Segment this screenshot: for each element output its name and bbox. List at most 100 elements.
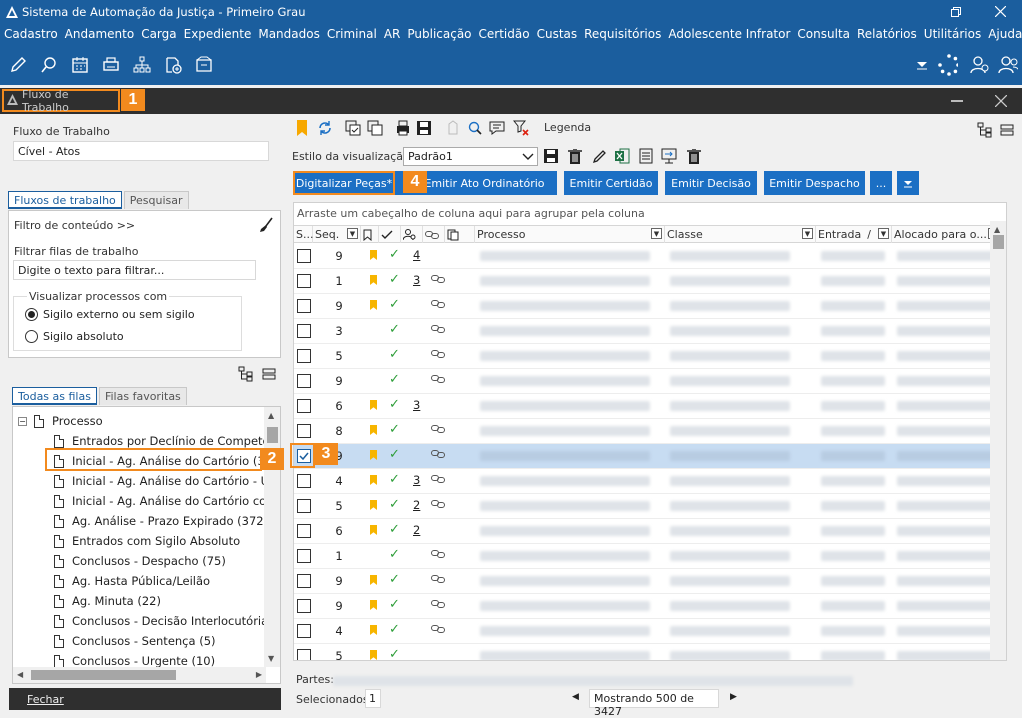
menu-relatorios[interactable]: Relatórios	[857, 27, 917, 41]
minimize-icon[interactable]	[951, 100, 963, 102]
row-checkbox[interactable]	[297, 649, 311, 660]
print-queue-icon[interactable]	[395, 120, 411, 136]
table-row[interactable]: 6 ✓ 3	[294, 394, 1002, 419]
col-bookmark[interactable]	[361, 226, 379, 243]
link-icon[interactable]	[431, 324, 447, 338]
emitir-despacho-button[interactable]: Emitir Despacho	[764, 171, 865, 195]
row-party-count[interactable]: 2	[413, 498, 420, 512]
search-process-icon[interactable]	[467, 120, 483, 136]
row-checkbox[interactable]	[297, 374, 311, 388]
legenda-link[interactable]: Legenda	[544, 121, 591, 134]
link-icon[interactable]	[431, 374, 447, 388]
col-attach[interactable]	[445, 226, 475, 243]
link-icon[interactable]	[431, 349, 447, 363]
link-icon[interactable]	[431, 599, 447, 613]
scroll-left-icon[interactable]: ◀	[17, 670, 23, 679]
link-icon[interactable]	[431, 574, 447, 588]
table-row[interactable]: 6 ✓ 2	[294, 519, 1002, 544]
radio-sigilo-absoluto[interactable]: Sigilo absoluto	[25, 330, 124, 343]
users-icon[interactable]	[998, 55, 1018, 75]
table-row[interactable]: 9 ✓	[294, 594, 1002, 619]
col-link[interactable]	[423, 226, 445, 243]
collapse-node-icon[interactable]: −	[18, 416, 27, 426]
printer-icon[interactable]	[101, 55, 121, 75]
tree-item-queue[interactable]: Inicial - Ag. Análise do Cartório com	[54, 491, 277, 511]
filter-dropdown-icon[interactable]: ▼	[651, 228, 662, 239]
close-icon[interactable]	[978, 0, 1022, 23]
tree-hscrollbar[interactable]: ◀ ▶	[13, 667, 266, 683]
tree-item-queue[interactable]: Entrados com Sigilo Absoluto	[54, 531, 240, 551]
collapse-tree-icon[interactable]	[261, 366, 277, 382]
filter-dropdown-icon[interactable]: ▼	[878, 228, 889, 239]
fluxo-field[interactable]: Cível - Atos	[13, 141, 269, 161]
more-actions-button[interactable]: ...	[870, 171, 892, 195]
inbox-icon[interactable]	[194, 55, 214, 75]
table-row[interactable]: 9 ✓	[294, 569, 1002, 594]
tree-item-queue[interactable]: Conclusos - Sentença (5)	[54, 631, 216, 651]
link-icon[interactable]	[431, 424, 447, 438]
estilo-select[interactable]: Padrão1	[403, 147, 538, 166]
col-processo[interactable]: Processo ▼	[475, 226, 665, 243]
menu-custas[interactable]: Custas	[537, 27, 578, 41]
menu-consulta[interactable]: Consulta	[797, 27, 850, 41]
save-style-icon[interactable]	[543, 148, 559, 164]
brush-icon[interactable]	[258, 217, 274, 233]
collapse-all-icon[interactable]	[999, 122, 1015, 138]
copy-icon[interactable]	[367, 120, 383, 136]
tree-item-queue[interactable]: Ag. Hasta Pública/Leilão	[54, 571, 210, 591]
row-party-count[interactable]: 2	[413, 523, 420, 537]
scroll-thumb[interactable]	[267, 427, 278, 443]
row-party-count[interactable]: 3	[413, 398, 420, 412]
user-search-icon[interactable]	[970, 55, 990, 75]
scroll-down-icon[interactable]: ▼	[268, 654, 274, 663]
table-row[interactable]: 5 ✓	[294, 344, 1002, 369]
add-document-icon[interactable]	[163, 55, 183, 75]
comment-icon[interactable]	[489, 120, 505, 136]
col-alocado[interactable]: Alocado para o...▼	[892, 226, 1002, 243]
screen-export-icon[interactable]	[661, 148, 677, 164]
scroll-up-icon[interactable]: ▲	[268, 411, 274, 420]
org-chart-icon[interactable]	[132, 55, 152, 75]
digitalizar-pecas-button[interactable]: Digitalizar Peças*	[293, 171, 395, 195]
tree-item-queue[interactable]: Conclusos - Decisão Interlocutória (4)	[54, 611, 280, 631]
row-checkbox[interactable]	[297, 399, 311, 413]
tree-item-queue[interactable]: Ag. Análise - Prazo Expirado (372)	[54, 511, 268, 531]
row-checkbox[interactable]	[297, 274, 311, 288]
row-checkbox[interactable]	[297, 574, 311, 588]
tab-todas-filas[interactable]: Todas as filas	[12, 387, 97, 405]
tab-filas-favoritas[interactable]: Filas favoritas	[98, 387, 187, 405]
grid-vscrollbar[interactable]: ▲	[990, 221, 1006, 660]
row-party-count[interactable]: 3	[413, 273, 420, 287]
tree-item-queue[interactable]: Inicial - Ag. Análise do Cartório - Urge…	[54, 471, 280, 491]
col-seq[interactable]: Seq. ▼	[313, 226, 361, 243]
tree-root-processo[interactable]: − Processo	[18, 411, 103, 431]
pencil-icon[interactable]	[591, 148, 607, 164]
menu-andamento[interactable]: Andamento	[65, 27, 135, 41]
emitir-certidao-button[interactable]: Emitir Certidão	[564, 171, 658, 195]
restore-icon[interactable]	[934, 0, 978, 23]
menu-expediente[interactable]: Expediente	[184, 27, 252, 41]
table-row[interactable]: 5 ✓ 2	[294, 494, 1002, 519]
expand-all-icon[interactable]	[977, 122, 993, 138]
menu-publicacao[interactable]: Publicação	[407, 27, 471, 41]
tab-fluxos[interactable]: Fluxos de trabalho	[8, 191, 122, 209]
table-row[interactable]: 4 ✓	[294, 619, 1002, 644]
tab-pesquisar[interactable]: Pesquisar	[123, 191, 189, 209]
menu-utilitarios[interactable]: Utilitários	[924, 27, 981, 41]
tree-vscrollbar[interactable]: ▲ ▼	[264, 407, 280, 667]
col-classe[interactable]: Classe ▼	[665, 226, 816, 243]
table-row[interactable]: 1 ✓	[294, 544, 1002, 569]
save-layout-icon[interactable]	[416, 120, 432, 136]
menu-mandados[interactable]: Mandados	[258, 27, 320, 41]
expand-tree-icon[interactable]	[238, 366, 254, 382]
row-checkbox[interactable]	[297, 624, 311, 638]
row-party-count[interactable]: 4	[413, 248, 420, 262]
prev-page-icon[interactable]: ◀	[572, 692, 579, 702]
bookmark-icon[interactable]	[294, 120, 310, 136]
scroll-right-icon[interactable]: ▶	[256, 670, 262, 679]
radio-sigilo-externo[interactable]: Sigilo externo ou sem sigilo	[25, 308, 195, 321]
edit-icon[interactable]	[8, 55, 28, 75]
tree-item-queue[interactable]: Conclusos - Despacho (75)	[54, 551, 226, 571]
table-row[interactable]: 9 ✓ 4	[294, 244, 1002, 269]
row-checkbox[interactable]	[297, 424, 311, 438]
